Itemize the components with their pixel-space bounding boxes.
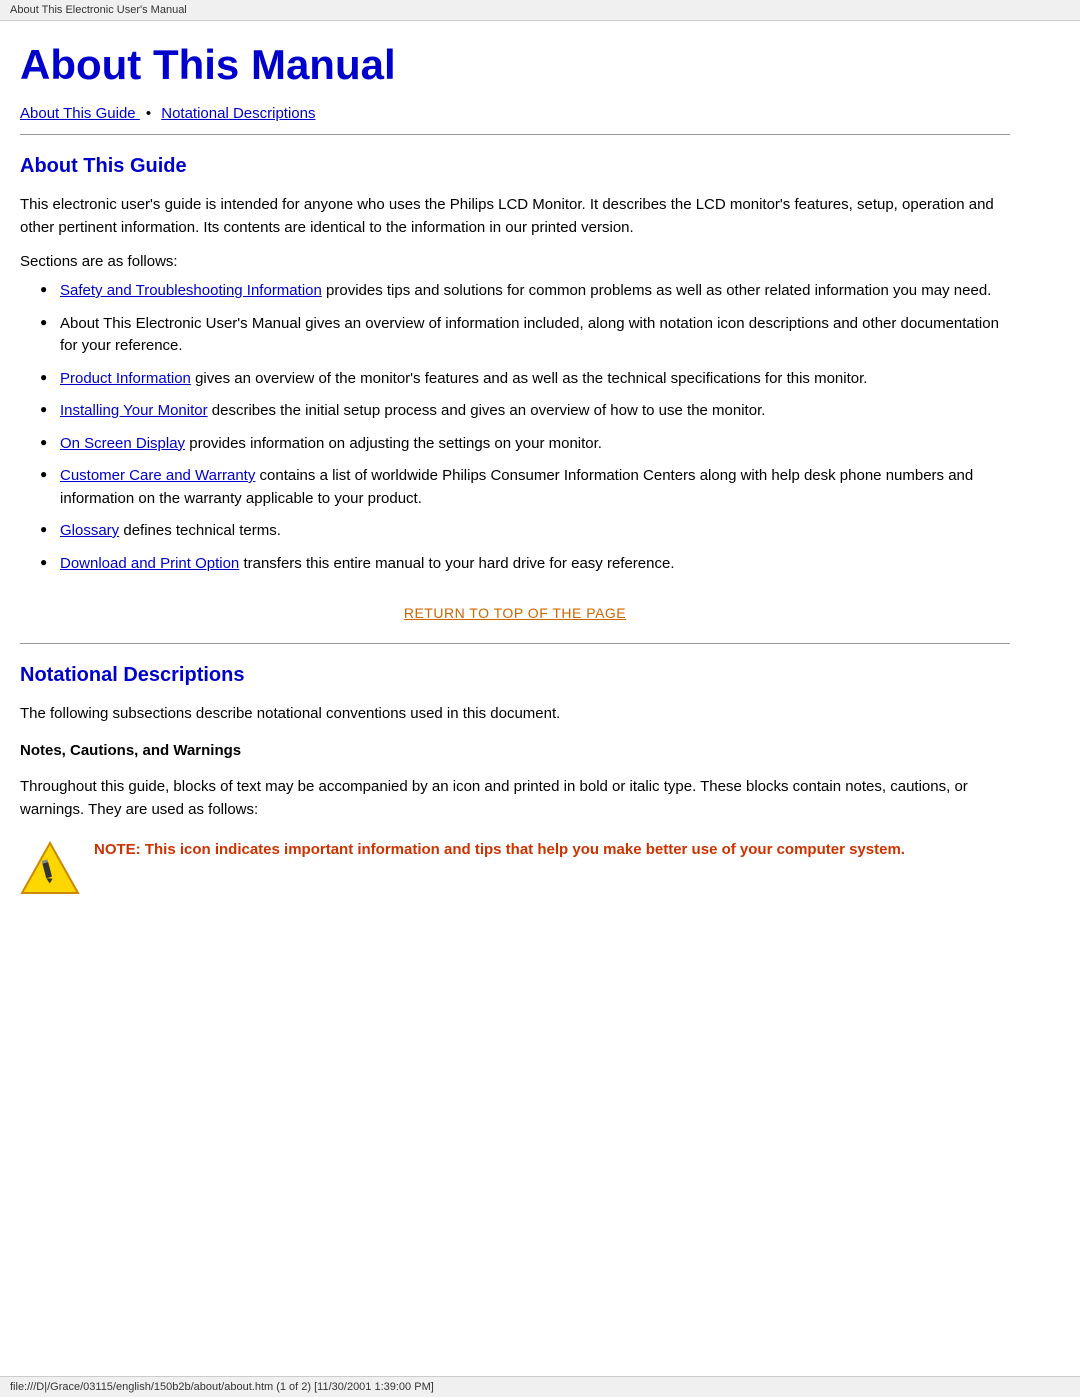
section1-intro: This electronic user's guide is intended… (20, 194, 1010, 239)
section2-subheading: Notes, Cautions, and Warnings (20, 740, 1010, 763)
return-to-top-container: RETURN TO TOP OF THE PAGE (20, 605, 1010, 623)
note-box: NOTE: This icon indicates important info… (20, 839, 1010, 904)
nav-link-guide[interactable]: About This Guide (20, 105, 140, 122)
section-about-guide: About This Guide This electronic user's … (20, 155, 1010, 623)
section-notational: Notational Descriptions The following su… (20, 664, 1010, 904)
main-content: About This Manual About This Guide • Not… (0, 21, 1040, 924)
list-link-osd[interactable]: On Screen Display (60, 435, 185, 452)
browser-title-text: About This Electronic User's Manual (10, 4, 187, 16)
list-link-product[interactable]: Product Information (60, 370, 191, 387)
section1-heading: About This Guide (20, 155, 1010, 178)
list-item: Safety and Troubleshooting Information p… (40, 280, 1010, 303)
sections-label: Sections are as follows: (20, 253, 1010, 270)
note-icon (20, 839, 80, 904)
list-item: Glossary defines technical terms. (40, 520, 1010, 543)
list-link-download[interactable]: Download and Print Option (60, 555, 239, 572)
return-to-top-link[interactable]: RETURN TO TOP OF THE PAGE (404, 605, 626, 621)
footer-text: file:///D|/Grace/03115/english/150b2b/ab… (10, 1381, 434, 1393)
section2-subtext: Throughout this guide, blocks of text ma… (20, 776, 1010, 821)
divider-middle (20, 643, 1010, 644)
list-item: Download and Print Option transfers this… (40, 553, 1010, 576)
list-item: On Screen Display provides information o… (40, 433, 1010, 456)
list-item: Installing Your Monitor describes the in… (40, 400, 1010, 423)
nav-link-notational[interactable]: Notational Descriptions (161, 105, 315, 122)
list-item: Customer Care and Warranty contains a li… (40, 465, 1010, 510)
section2-heading: Notational Descriptions (20, 664, 1010, 687)
footer-bar: file:///D|/Grace/03115/english/150b2b/ab… (0, 1376, 1080, 1397)
nav-links: About This Guide • Notational Descriptio… (20, 105, 1010, 122)
nav-separator: • (146, 105, 151, 122)
list-link-installing[interactable]: Installing Your Monitor (60, 402, 208, 419)
list-item: Product Information gives an overview of… (40, 368, 1010, 391)
list-link-safety[interactable]: Safety and Troubleshooting Information (60, 282, 322, 299)
browser-title-bar: About This Electronic User's Manual (0, 0, 1080, 21)
list-link-glossary[interactable]: Glossary (60, 522, 119, 539)
note-text: NOTE: This icon indicates important info… (94, 839, 905, 862)
list-link-customer[interactable]: Customer Care and Warranty (60, 467, 255, 484)
section-list: Safety and Troubleshooting Information p… (40, 280, 1010, 575)
list-item: About This Electronic User's Manual give… (40, 313, 1010, 358)
page-title: About This Manual (20, 41, 1010, 89)
section2-intro: The following subsections describe notat… (20, 703, 1010, 726)
divider-top (20, 134, 1010, 135)
